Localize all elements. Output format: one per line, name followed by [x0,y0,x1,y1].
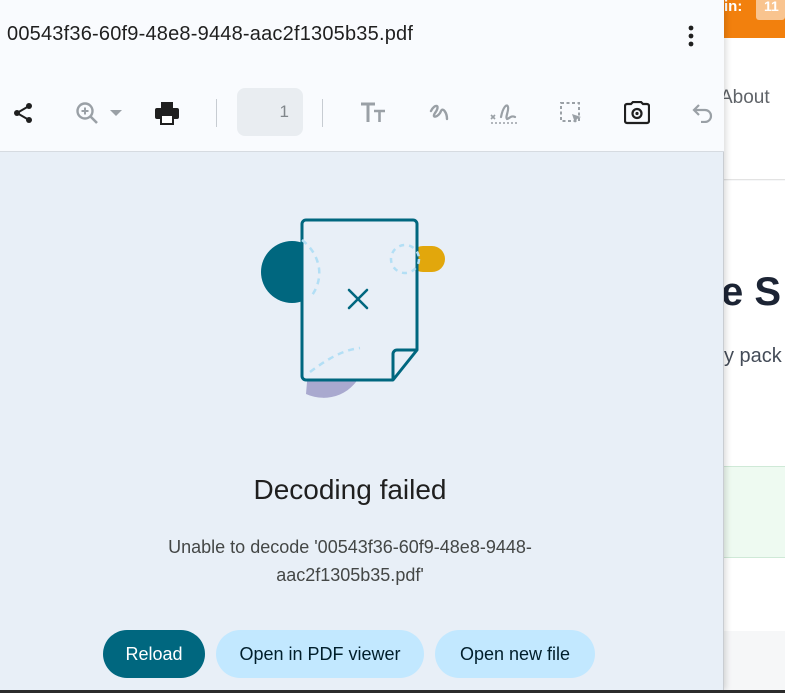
file-title: 00543f36-60f9-48e8-9448-aac2f1305b35.pdf [7,23,414,45]
signature-tool-button[interactable] [488,93,520,133]
share-icon [14,103,32,123]
draw-tool-button[interactable] [424,93,454,133]
screenshot-icon [624,101,650,125]
site-heading: e S [721,270,782,314]
open-new-file-button[interactable]: Open new file [435,630,595,678]
signature-icon [490,104,517,124]
share-button[interactable] [8,93,38,133]
error-title: Decoding failed [253,474,447,505]
more-options-button[interactable] [676,20,706,52]
zoom-button[interactable] [68,93,130,133]
site-subtext: y pack [724,345,782,367]
print-button[interactable] [152,93,182,133]
pdf-viewer-panel: 00543f36-60f9-48e8-9448-aac2f1305b35.pdf [0,0,724,690]
toolbar-divider [216,99,217,127]
zoom-in-icon [76,102,98,124]
text-size-icon [361,102,385,122]
print-icon [155,102,179,125]
broken-document-illustration [261,218,445,398]
viewer-header: 00543f36-60f9-48e8-9448-aac2f1305b35.pdf [0,0,724,152]
reload-button[interactable]: Reload [103,630,205,678]
nav-link-about[interactable]: About [720,87,770,109]
undo-button[interactable] [690,93,716,133]
select-area-button[interactable] [557,93,585,133]
toolbar-divider [322,99,323,127]
more-vert-icon [688,25,694,47]
screenshot-button[interactable] [622,93,652,133]
select-area-icon [560,102,581,123]
chevron-down-icon [110,110,122,116]
topbar-label: in: [724,0,743,15]
page-number-field[interactable] [237,88,303,136]
undo-icon [692,104,713,123]
open-in-pdf-viewer-button[interactable]: Open in PDF viewer [216,630,424,678]
page-number-input[interactable] [237,88,303,136]
draw-icon [429,104,449,121]
text-tool-button[interactable] [358,93,388,133]
topbar-badge: 11 [756,0,785,20]
error-message: Unable to decode '00543f36-60f9-48e8-944… [168,537,532,585]
